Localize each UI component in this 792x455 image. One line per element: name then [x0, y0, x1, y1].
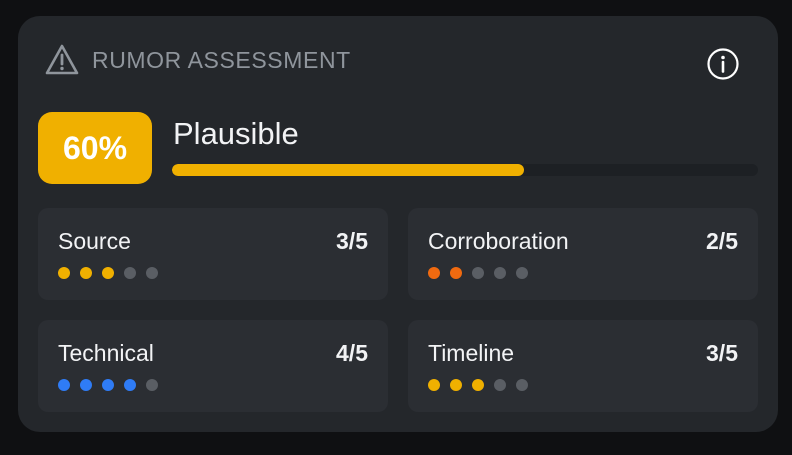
rating-dots: [428, 379, 538, 391]
rating-dots: [58, 379, 168, 391]
rating-dot-empty: [124, 267, 136, 279]
rating-dot-empty: [146, 379, 158, 391]
rating-dot-empty: [146, 267, 158, 279]
metric-label: Corroboration: [428, 228, 569, 254]
rating-dot-filled: [472, 379, 484, 391]
card-title: RUMOR ASSESSMENT: [92, 46, 351, 73]
metric-score: 3/5: [336, 228, 368, 254]
metric-tile-corroboration: Corroboration 2/5: [408, 208, 758, 300]
rating-dot-empty: [472, 267, 484, 279]
metric-label: Source: [58, 228, 131, 254]
rating-dot-empty: [516, 379, 528, 391]
rumor-assessment-card: RUMOR ASSESSMENT 60% Plausible Source 3/…: [18, 16, 778, 432]
metric-label: Technical: [58, 340, 154, 366]
metric-tile-timeline: Timeline 3/5: [408, 320, 758, 412]
rating-dot-filled: [58, 379, 70, 391]
rating-dot-filled: [80, 267, 92, 279]
info-button[interactable]: [706, 47, 740, 81]
rating-dot-filled: [450, 379, 462, 391]
rating-dot-empty: [494, 379, 506, 391]
rating-dot-filled: [58, 267, 70, 279]
progress-fill: [172, 164, 524, 176]
rating-dot-filled: [124, 379, 136, 391]
metric-label: Timeline: [428, 340, 515, 366]
rating-dot-filled: [102, 267, 114, 279]
rating-dot-empty: [516, 267, 528, 279]
card-header: RUMOR ASSESSMENT: [44, 42, 351, 78]
metric-score: 4/5: [336, 340, 368, 366]
rating-dot-filled: [80, 379, 92, 391]
plausibility-progress-bar: [172, 164, 758, 176]
warning-triangle-icon: [44, 43, 80, 77]
rating-dot-filled: [450, 267, 462, 279]
rating-dots: [428, 267, 538, 279]
info-icon: [707, 48, 739, 80]
rating-dots: [58, 267, 168, 279]
metric-score: 2/5: [706, 228, 738, 254]
rating-dot-filled: [428, 379, 440, 391]
score-badge: 60%: [38, 112, 152, 184]
rating-dot-filled: [428, 267, 440, 279]
verdict-label: Plausible: [173, 116, 299, 151]
rating-dot-empty: [494, 267, 506, 279]
rating-dot-filled: [102, 379, 114, 391]
metric-tile-technical: Technical 4/5: [38, 320, 388, 412]
metric-tile-source: Source 3/5: [38, 208, 388, 300]
metric-score: 3/5: [706, 340, 738, 366]
